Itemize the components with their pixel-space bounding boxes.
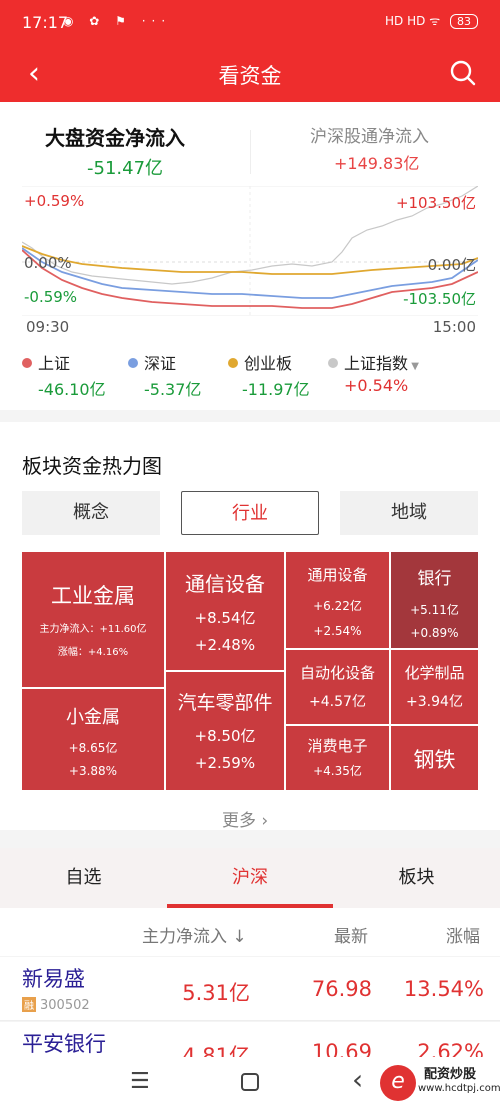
menu-icon[interactable]: ☰ <box>130 1069 150 1094</box>
table-row[interactable]: 平安银行 4.81亿 10.69 2.62% <box>0 1022 500 1062</box>
tab-concept[interactable]: 概念 <box>22 491 160 535</box>
col-change[interactable]: 涨幅 <box>446 922 480 947</box>
heatmap-title: 板块资金热力图 <box>22 454 162 478</box>
watermark-logo: e <box>380 1065 416 1101</box>
tab-industry[interactable]: 行业 <box>181 491 319 535</box>
main-flow-value: 5.31亿 <box>182 981 250 1005</box>
nav-bar: ‹ 看资金 <box>0 46 500 102</box>
stock-list-tabs: 自选 沪深 板块 <box>0 848 500 908</box>
stock-name: 平安银行 <box>22 1032 106 1056</box>
search-icon[interactable] <box>450 60 476 86</box>
heat-cell-chemical-products[interactable]: 化学制品 +3.94亿 <box>391 650 478 724</box>
axis-right-bottom: -103.50亿 <box>403 290 476 308</box>
system-nav-bar: ☰ ‹ e 配资炒股 www.hcdtpj.com <box>0 1057 500 1111</box>
legend-sh-index[interactable]: 上证指数 ▼ <box>328 350 419 374</box>
legend-chinext-value: -11.97亿 <box>242 380 310 399</box>
legend-chinext[interactable]: 创业板 <box>228 350 292 374</box>
heat-cell-industrial-metals[interactable]: 工业金属 主力净流入：+11.60亿 涨幅：+4.16% <box>22 552 164 687</box>
market-flow-value: -51.47亿 <box>87 158 164 179</box>
change-percent: 13.54% <box>403 977 484 1001</box>
latest-price: 76.98 <box>311 977 372 1001</box>
stock-list-header: 主力净流入 ↓ 最新 涨幅 <box>0 908 500 956</box>
page-title: 看资金 <box>218 64 282 88</box>
legend-shenzhen-value: -5.37亿 <box>144 380 202 399</box>
stock-name: 新易盛 <box>22 967 85 991</box>
status-bar: 17:17 ◉ ✿ ⚑ ··· HD HD ᯤ 83 <box>0 0 500 46</box>
market-flow-title: 大盘资金净流入 <box>45 126 185 150</box>
legend-shanghai[interactable]: 上证 <box>22 350 70 374</box>
heat-cell-banks[interactable]: 银行 +5.11亿 +0.89% <box>391 552 478 648</box>
hk-flow-title[interactable]: 沪深股通净流入 <box>310 122 429 147</box>
col-latest[interactable]: 最新 <box>334 922 368 947</box>
signal-icon: HD HD <box>385 14 426 28</box>
axis-left-top: +0.59% <box>24 192 85 210</box>
legend-dot <box>328 358 338 368</box>
heat-cell-auto-parts[interactable]: 汽车零部件 +8.50亿 +2.59% <box>166 672 284 790</box>
divider <box>250 130 251 174</box>
notification-icons: ◉ ✿ ⚑ ··· <box>63 14 172 28</box>
legend-dot <box>128 358 138 368</box>
status-right: HD HD ᯤ 83 <box>385 12 478 29</box>
tab-region[interactable]: 地域 <box>340 491 478 535</box>
tab-sectors[interactable]: 板块 <box>333 848 500 908</box>
sort-main-flow[interactable]: 主力净流入 ↓ <box>142 922 247 947</box>
tab-watchlist[interactable]: 自选 <box>0 848 167 908</box>
legend-shenzhen[interactable]: 深证 <box>128 350 176 374</box>
heat-cell-minor-metals[interactable]: 小金属 +8.65亿 +3.88% <box>22 689 164 790</box>
sector-heatmap-panel: 板块资金热力图 概念 行业 地域 工业金属 主力净流入：+11.60亿 涨幅：+… <box>0 422 500 831</box>
more-link[interactable]: 更多 › <box>222 806 268 831</box>
legend-shanghai-value: -46.10亿 <box>38 380 106 399</box>
chevron-right-icon: › <box>261 811 269 831</box>
market-flow-panel: 大盘资金净流入 -51.47亿 沪深股通净流入 +149.83亿 +0.59% … <box>0 102 500 410</box>
wifi-icon: ᯤ <box>429 14 441 28</box>
axis-left-mid: 0.00% <box>24 254 72 272</box>
home-icon[interactable] <box>241 1073 259 1091</box>
axis-right-top: +103.50亿 <box>395 194 476 212</box>
stock-code-line: 融 300502 <box>22 997 90 1013</box>
legend-dot <box>228 358 238 368</box>
margin-badge: 融 <box>22 997 36 1012</box>
axis-right-mid: 0.00亿 <box>427 256 476 274</box>
heat-cell-automation-equipment[interactable]: 自动化设备 +4.57亿 <box>286 650 389 724</box>
watermark-url: www.hcdtpj.com <box>418 1083 500 1094</box>
time-end: 15:00 <box>432 318 476 336</box>
time-start: 09:30 <box>26 318 70 336</box>
axis-left-bottom: -0.59% <box>24 288 78 306</box>
table-row[interactable]: 新易盛 融 300502 5.31亿 76.98 13.54% <box>0 957 500 1021</box>
tab-shanghai-shenzhen[interactable]: 沪深 <box>167 848 333 908</box>
status-time: 17:17 <box>22 13 69 32</box>
legend-sh-index-value: +0.54% <box>344 376 409 395</box>
legend-dot <box>22 358 32 368</box>
heat-cell-general-equipment[interactable]: 通用设备 +6.22亿 +2.54% <box>286 552 389 648</box>
sort-down-icon: ↓ <box>232 927 247 947</box>
hk-flow-value: +149.83亿 <box>334 154 420 173</box>
battery-icon: 83 <box>450 14 478 29</box>
watermark-brand: 配资炒股 <box>424 1067 477 1082</box>
heat-cell-telecom-equipment[interactable]: 通信设备 +8.54亿 +2.48% <box>166 552 284 670</box>
heat-cell-consumer-electronics[interactable]: 消费电子 +4.35亿 <box>286 726 389 790</box>
back-nav-icon[interactable]: ‹ <box>352 1063 363 1096</box>
heat-cell-steel[interactable]: 钢铁 <box>391 726 478 790</box>
